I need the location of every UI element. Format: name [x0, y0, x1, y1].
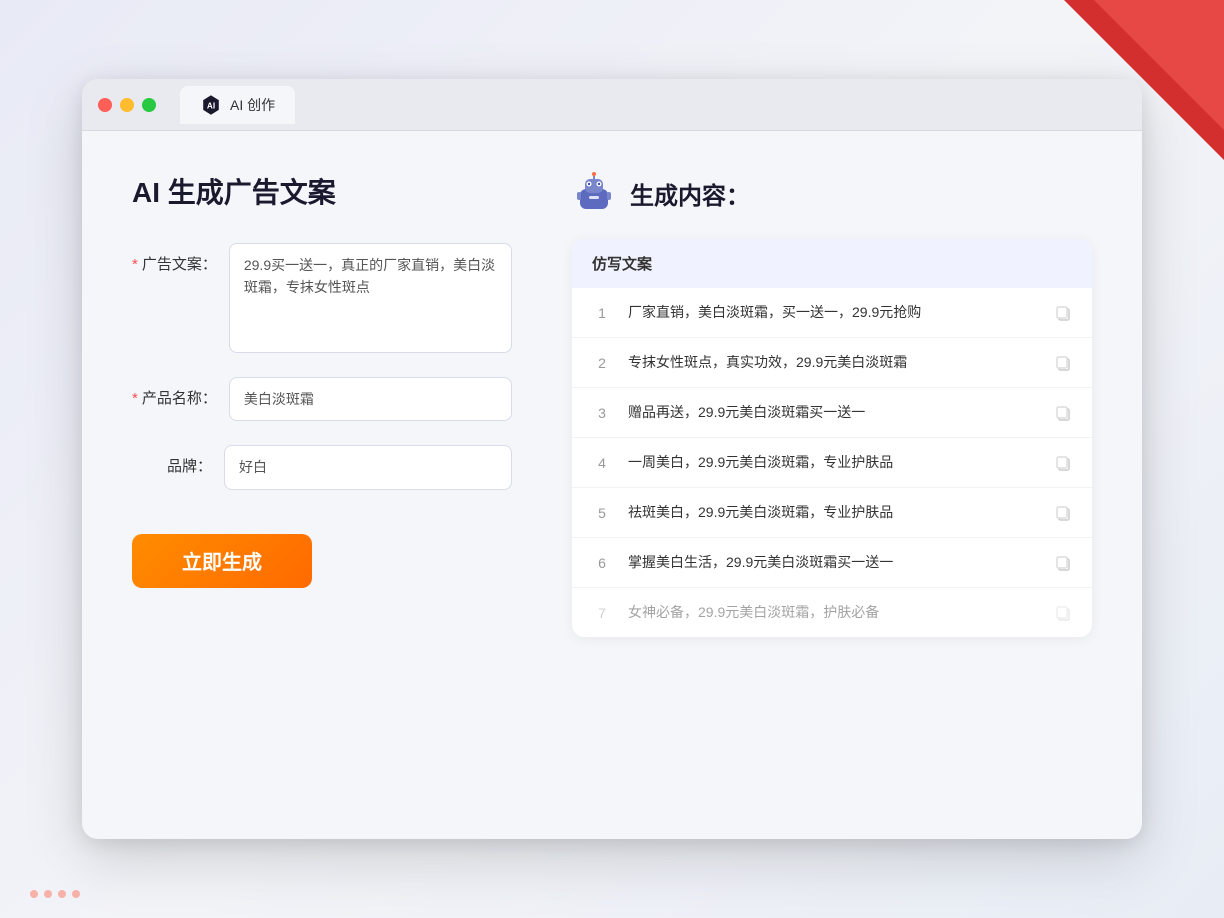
result-text: 一周美白，29.9元美白淡斑霜，专业护肤品 [628, 452, 1038, 473]
result-text: 专抹女性斑点，真实功效，29.9元美白淡斑霜 [628, 352, 1038, 373]
generate-button[interactable]: 立即生成 [132, 534, 312, 588]
right-header: 生成内容： [572, 171, 1092, 215]
main-content: AI 生成广告文案 广告文案： 29.9买一送一，真正的厂家直销，美白淡斑霜，专… [82, 131, 1142, 839]
title-bar: AI AI 创作 [82, 79, 1142, 131]
ai-robot-icon [572, 171, 616, 215]
deco-dot-1 [30, 890, 38, 898]
deco-dot-2 [44, 890, 52, 898]
traffic-light-green[interactable] [142, 98, 156, 112]
svg-text:AI: AI [207, 101, 215, 110]
form-group-product-name: 产品名称： [132, 377, 512, 421]
result-text: 赠品再送，29.9元美白淡斑霜买一送一 [628, 402, 1038, 423]
result-text: 祛斑美白，29.9元美白淡斑霜，专业护肤品 [628, 502, 1038, 523]
copy-icon[interactable] [1054, 554, 1072, 572]
result-text: 掌握美白生活，29.9元美白淡斑霜买一送一 [628, 552, 1038, 573]
copy-icon[interactable] [1054, 404, 1072, 422]
copy-icon[interactable] [1054, 504, 1072, 522]
result-row: 7 女神必备，29.9元美白淡斑霜，护肤必备 [572, 588, 1092, 637]
result-number: 2 [592, 355, 612, 371]
page-title: AI 生成广告文案 [132, 171, 512, 211]
result-text: 女神必备，29.9元美白淡斑霜，护肤必备 [628, 602, 1038, 623]
deco-dot-3 [58, 890, 66, 898]
brand-label: 品牌： [132, 445, 212, 476]
copy-icon[interactable] [1054, 304, 1072, 322]
deco-bottom-left [30, 890, 80, 898]
deco-triangle-2 [1094, 0, 1224, 130]
result-number: 1 [592, 305, 612, 321]
tab-ai-creation[interactable]: AI AI 创作 [180, 86, 295, 124]
result-row: 1 厂家直销，美白淡斑霜，买一送一，29.9元抢购 [572, 288, 1092, 338]
ai-tab-icon: AI [200, 94, 222, 116]
left-panel: AI 生成广告文案 广告文案： 29.9买一送一，真正的厂家直销，美白淡斑霜，专… [132, 171, 512, 799]
result-text: 厂家直销，美白淡斑霜，买一送一，29.9元抢购 [628, 302, 1038, 323]
traffic-light-red[interactable] [98, 98, 112, 112]
result-row: 5 祛斑美白，29.9元美白淡斑霜，专业护肤品 [572, 488, 1092, 538]
results-list: 1 厂家直销，美白淡斑霜，买一送一，29.9元抢购 2 专抹女性斑点，真实功效，… [572, 288, 1092, 637]
form-group-ad-copy: 广告文案： 29.9买一送一，真正的厂家直销，美白淡斑霜，专抹女性斑点 [132, 243, 512, 353]
deco-dot-4 [72, 890, 80, 898]
result-number: 5 [592, 505, 612, 521]
results-container: 仿写文案 1 厂家直销，美白淡斑霜，买一送一，29.9元抢购 2 专抹女性斑点，… [572, 239, 1092, 637]
right-panel: 生成内容： 仿写文案 1 厂家直销，美白淡斑霜，买一送一，29.9元抢购 2 专… [572, 171, 1092, 799]
browser-window: AI AI 创作 AI 生成广告文案 广告文案： 29.9买一送一，真正的厂家直… [82, 79, 1142, 839]
form-group-brand: 品牌： [132, 445, 512, 489]
traffic-lights [98, 98, 156, 112]
brand-field[interactable] [224, 445, 512, 489]
result-number: 7 [592, 605, 612, 621]
copy-icon[interactable] [1054, 354, 1072, 372]
tab-label: AI 创作 [230, 95, 275, 115]
result-number: 4 [592, 455, 612, 471]
result-row: 2 专抹女性斑点，真实功效，29.9元美白淡斑霜 [572, 338, 1092, 388]
right-panel-title: 生成内容： [630, 176, 750, 211]
product-name-label: 产品名称： [132, 377, 217, 408]
copy-icon[interactable] [1054, 604, 1072, 622]
copy-icon[interactable] [1054, 454, 1072, 472]
ad-copy-field[interactable]: 29.9买一送一，真正的厂家直销，美白淡斑霜，专抹女性斑点 [229, 243, 512, 353]
traffic-light-yellow[interactable] [120, 98, 134, 112]
results-header: 仿写文案 [572, 239, 1092, 288]
result-number: 6 [592, 555, 612, 571]
result-number: 3 [592, 405, 612, 421]
result-row: 6 掌握美白生活，29.9元美白淡斑霜买一送一 [572, 538, 1092, 588]
product-name-field[interactable] [229, 377, 512, 421]
result-row: 4 一周美白，29.9元美白淡斑霜，专业护肤品 [572, 438, 1092, 488]
ad-copy-label: 广告文案： [132, 243, 217, 274]
result-row: 3 赠品再送，29.9元美白淡斑霜买一送一 [572, 388, 1092, 438]
